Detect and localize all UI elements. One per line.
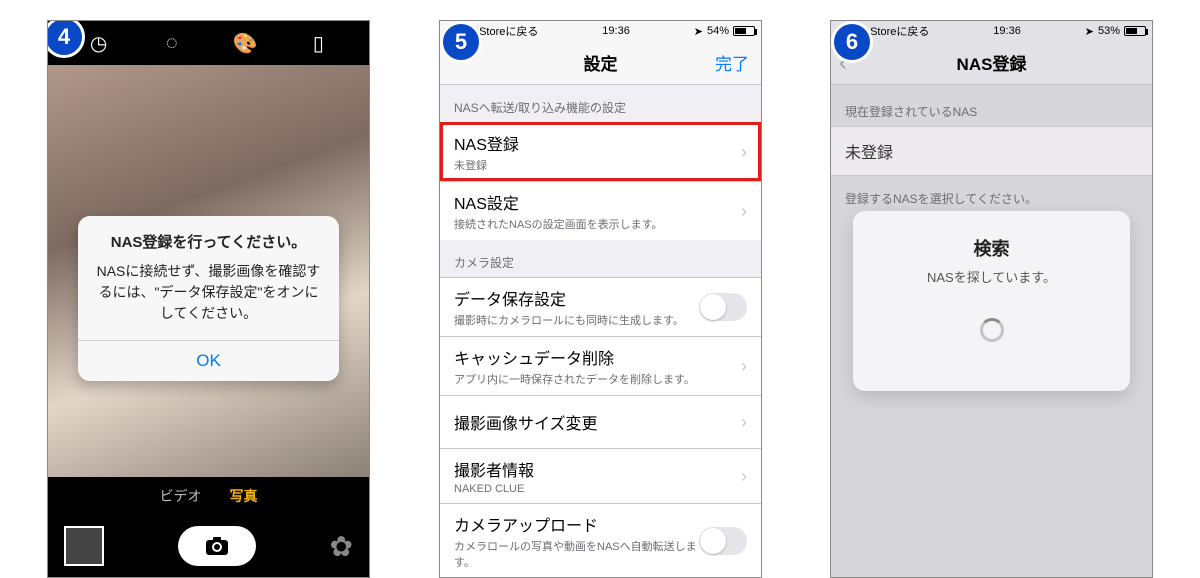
- settings-gear-icon[interactable]: ✿: [330, 530, 353, 563]
- nav-title: NAS登録: [831, 50, 1152, 75]
- cell-title: 撮影画像サイズ変更: [454, 404, 735, 440]
- status-time: 19:36: [602, 25, 630, 37]
- palette-icon[interactable]: 🎨: [209, 31, 282, 56]
- cell-image-size[interactable]: 撮影画像サイズ変更 ›: [440, 395, 761, 448]
- cell-subtitle: NAKED CLUE: [454, 483, 735, 495]
- nav-title: 設定: [440, 50, 761, 75]
- chevron-right-icon: ›: [741, 201, 747, 222]
- alert-ok-button[interactable]: OK: [78, 340, 339, 381]
- camera-mode-switcher: ビデオ 写真: [48, 477, 369, 515]
- nav-bar: ‹ NAS登録: [831, 41, 1152, 85]
- location-arrow-icon: ➤: [1085, 25, 1094, 38]
- done-button[interactable]: 完了: [715, 50, 749, 75]
- step-badge-5: 5: [440, 21, 482, 63]
- nas-register-alert: NAS登録を行ってください。 NASに接続せず、撮影画像を確認するには、"データ…: [78, 216, 339, 381]
- status-bar: ◀ App Storeに戻る 19:36 ➤ 53%: [831, 21, 1152, 41]
- section-header-camera: カメラ設定: [440, 240, 761, 277]
- searching-modal: 検索 NASを探しています。: [853, 211, 1130, 391]
- cell-camera-upload[interactable]: カメラアップロード カメラロールの写真や動画をNASへ自動転送します。: [440, 503, 761, 578]
- section-header-nas: NASへ転送/取り込み機能の設定: [440, 85, 761, 122]
- phone-5-settings: 5 ◀ App Storeに戻る 19:36 ➤ 54% 設定 完了 NASへ転…: [439, 20, 762, 578]
- cell-subtitle: 撮影時にカメラロールにも同時に生成します。: [454, 312, 699, 328]
- battery-percentage: 54%: [707, 25, 729, 37]
- chevron-right-icon: ›: [741, 412, 747, 433]
- step-badge-6: 6: [831, 21, 873, 63]
- flash-icon[interactable]: ▯: [282, 31, 355, 56]
- cell-title: 撮影者情報: [454, 457, 735, 481]
- modal-title: 検索: [974, 235, 1010, 261]
- cell-title: NAS設定: [454, 190, 735, 214]
- battery-icon: [733, 26, 755, 36]
- toggle-switch[interactable]: [699, 293, 747, 321]
- nav-bar: 設定 完了: [440, 41, 761, 85]
- spinner-icon: [980, 318, 1004, 342]
- status-bar: ◀ App Storeに戻る 19:36 ➤ 54%: [440, 21, 761, 41]
- mode-photo[interactable]: 写真: [230, 486, 258, 506]
- cell-title: キャッシュデータ削除: [454, 345, 735, 369]
- cell-subtitle: カメラロールの写真や動画をNASへ自動転送します。: [454, 538, 699, 570]
- registered-nas-row: 未登録: [831, 126, 1152, 176]
- battery-percentage: 53%: [1098, 25, 1120, 37]
- chevron-right-icon: ›: [741, 356, 747, 377]
- shutter-button[interactable]: [178, 526, 256, 566]
- cell-cache-delete[interactable]: キャッシュデータ削除 アプリ内に一時保存されたデータを削除します。 ›: [440, 336, 761, 395]
- cell-title: データ保存設定: [454, 286, 699, 310]
- cell-subtitle: 未登録: [454, 157, 735, 173]
- location-arrow-icon: ➤: [694, 25, 703, 38]
- status-time: 19:36: [993, 25, 1021, 37]
- cell-title: カメラアップロード: [454, 512, 699, 536]
- cell-author-info[interactable]: 撮影者情報 NAKED CLUE ›: [440, 448, 761, 503]
- alert-title: NAS登録を行ってください。: [92, 232, 325, 255]
- camera-bottom-toolbar: ✿: [48, 515, 369, 577]
- cell-subtitle: 接続されたNASの設定画面を表示します。: [454, 216, 735, 232]
- phone-6-nas-register: 6 ◀ App Storeに戻る 19:36 ➤ 53% ‹ NAS登録 現在登…: [830, 20, 1153, 578]
- gallery-thumb-icon[interactable]: [64, 526, 104, 566]
- toggle-switch[interactable]: [699, 527, 747, 555]
- chevron-right-icon: ›: [741, 142, 747, 163]
- alert-body-text: NASに接続せず、撮影画像を確認するには、"データ保存設定"をオンにしてください…: [92, 261, 325, 324]
- cell-nas-register[interactable]: NAS登録 未登録 ›: [440, 122, 761, 181]
- camera-top-toolbar: ◷ ◌ 🎨 ▯: [48, 21, 369, 65]
- cell-title: NAS登録: [454, 131, 735, 155]
- camera-icon: [205, 536, 229, 556]
- mode-video[interactable]: ビデオ: [160, 486, 202, 506]
- battery-icon: [1124, 26, 1146, 36]
- modal-subtitle: NASを探しています。: [927, 267, 1056, 286]
- chevron-right-icon: ›: [741, 466, 747, 487]
- cell-subtitle: アプリ内に一時保存されたデータを削除します。: [454, 371, 735, 387]
- circle-dots-icon[interactable]: ◌: [135, 32, 208, 55]
- section-header-registered-nas: 現在登録されているNAS: [831, 85, 1152, 126]
- phone-4-camera: 4 ◷ ◌ 🎨 ▯ NAS登録を行ってください。 NASに接続せず、撮影画像を確…: [47, 20, 370, 578]
- cell-data-save[interactable]: データ保存設定 撮影時にカメラロールにも同時に生成します。: [440, 277, 761, 336]
- cell-nas-settings[interactable]: NAS設定 接続されたNASの設定画面を表示します。 ›: [440, 181, 761, 240]
